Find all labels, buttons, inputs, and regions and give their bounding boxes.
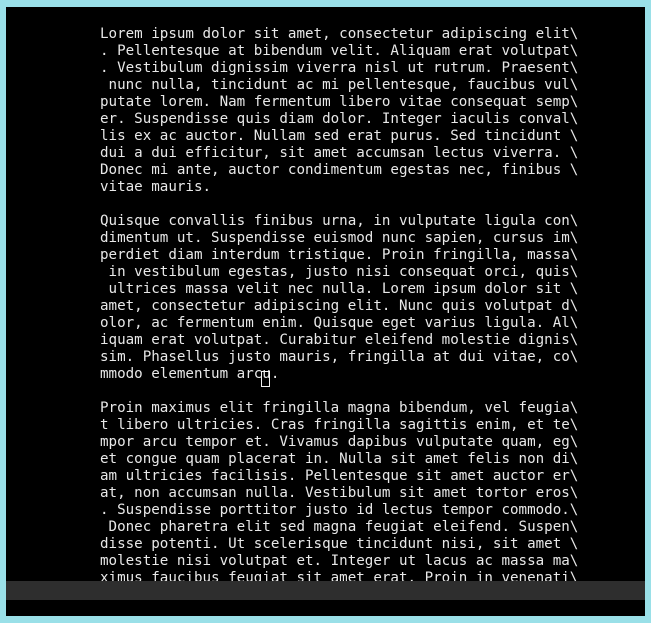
buffer-line: mpor arcu tempor et. Vivamus dapibus vul… bbox=[100, 434, 579, 450]
buffer-line: . Vestibulum dignissim viverra nisl ut r… bbox=[100, 60, 579, 76]
buffer-line: mmodo elementum arcu. bbox=[100, 366, 280, 382]
buffer-line: Proin maximus elit fringilla magna biben… bbox=[100, 400, 579, 416]
mode-line: U:--- focus.txt Top L4 <N> (Text Room en… bbox=[6, 581, 645, 600]
buffer-line bbox=[100, 383, 645, 400]
buffer-line bbox=[100, 196, 645, 213]
buffer-line: at, non accumsan nulla. Vestibulum sit a… bbox=[100, 485, 579, 501]
buffer-line: Donec mi ante, auctor condimentum egesta… bbox=[100, 162, 579, 178]
buffer-line: in vestibulum egestas, justo nisi conseq… bbox=[100, 264, 579, 280]
buffer-line: er. Suspendisse quis diam dolor. Integer… bbox=[100, 111, 579, 127]
buffer-line: ximus faucibus feugiat sit amet erat. Pr… bbox=[100, 570, 579, 581]
buffer-line: amet, consectetur adipiscing elit. Nunc … bbox=[100, 298, 579, 314]
buffer-line: Lorem ipsum dolor sit amet, consectetur … bbox=[100, 26, 579, 42]
buffer-line: nunc nulla, tincidunt ac mi pellentesque… bbox=[100, 77, 579, 93]
buffer-line: olor, ac fermentum enim. Quisque eget va… bbox=[100, 315, 579, 331]
buffer-line: t libero ultricies. Cras fringilla sagit… bbox=[100, 417, 579, 433]
buffer-line: sim. Phasellus justo mauris, fringilla a… bbox=[100, 349, 579, 365]
buffer-line: molestie nisi volutpat et. Integer ut la… bbox=[100, 553, 579, 569]
buffer-line: putate lorem. Nam fermentum libero vitae… bbox=[100, 94, 579, 110]
buffer-line: iquam erat volutpat. Curabitur eleifend … bbox=[100, 332, 579, 348]
buffer-line: et congue quam placerat in. Nulla sit am… bbox=[100, 451, 579, 467]
buffer-line: ultrices massa velit nec nulla. Lorem ip… bbox=[100, 281, 579, 297]
buffer-line: vitae mauris. bbox=[100, 179, 212, 195]
buffer-text[interactable]: Lorem ipsum dolor sit amet, consectetur … bbox=[100, 26, 645, 581]
buffer-line: dui a dui efficitur, sit amet accumsan l… bbox=[100, 145, 579, 161]
text-editor-buffer[interactable]: Lorem ipsum dolor sit amet, consectetur … bbox=[6, 7, 645, 581]
emacs-window-frame: Lorem ipsum dolor sit amet, consectetur … bbox=[0, 0, 651, 623]
buffer-line: Quisque convallis finibus urna, in vulpu… bbox=[100, 213, 579, 229]
buffer-line: . Suspendisse porttitor justo id lectus … bbox=[100, 502, 579, 518]
buffer-line: perdiet diam interdum tristique. Proin f… bbox=[100, 247, 579, 263]
buffer-line: . Pellentesque at bibendum velit. Aliqua… bbox=[100, 43, 579, 59]
buffer-line: dimentum ut. Suspendisse euismod nunc sa… bbox=[100, 230, 579, 246]
buffer-line: disse potenti. Ut scelerisque tincidunt … bbox=[100, 536, 579, 552]
echo-area[interactable] bbox=[6, 600, 645, 616]
buffer-line: am ultricies facilisis. Pellentesque sit… bbox=[100, 468, 579, 484]
buffer-line: Donec pharetra elit sed magna feugiat el… bbox=[100, 519, 579, 535]
buffer-line: lis ex ac auctor. Nullam sed erat purus.… bbox=[100, 128, 579, 144]
